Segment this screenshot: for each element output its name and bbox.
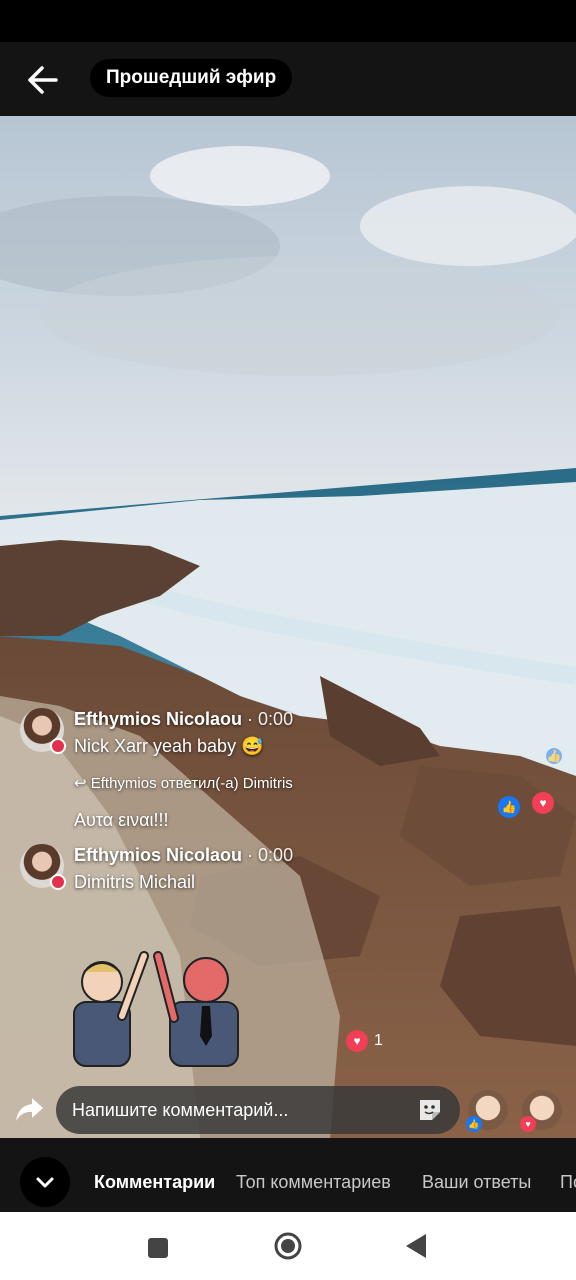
status-bar [0, 0, 576, 42]
comment-item: Efthymios Nicolaou · 0:00 Nick Xarr yeah… [20, 708, 293, 758]
collapse-button[interactable] [20, 1157, 70, 1207]
reaction-count: 1 [374, 1032, 383, 1049]
system-nav-bar [0, 1212, 576, 1280]
comment-bar: Напишите комментарий... 👍 ♥ [0, 1082, 576, 1138]
comment-author[interactable]: Efthymios Nicolaou [74, 709, 242, 729]
tab-your-replies[interactable]: Ваши ответы [422, 1172, 531, 1193]
live-badge-icon [50, 738, 66, 754]
reaction-counter[interactable]: ♥ 1 [346, 1030, 383, 1052]
live-video[interactable]: Efthymios Nicolaou · 0:00 Nick Xarr yeah… [0, 116, 576, 1138]
sticker-button[interactable] [416, 1096, 444, 1124]
arrow-left-icon [28, 66, 58, 94]
back-nav-button[interactable] [406, 1234, 428, 1263]
comment-author[interactable]: Efthymios Nicolaou [74, 845, 242, 865]
viewer-avatar[interactable]: ♥ [520, 1090, 562, 1132]
viewer-avatar[interactable]: 👍 [466, 1090, 508, 1132]
tab-more[interactable]: По [560, 1172, 576, 1193]
avatar[interactable] [20, 708, 66, 754]
high-five-sticker [73, 951, 239, 1067]
reply-label-text: Efthymios ответил(-а) Dimitris [90, 775, 293, 792]
home-circle-icon [274, 1232, 302, 1260]
love-reaction-icon: ♥ [532, 792, 554, 814]
reply-label[interactable]: ↩ Efthymios ответил(-а) Dimitris [74, 774, 293, 792]
tabs-bar: Комментарии Топ комментариев Ваши ответы… [0, 1138, 576, 1212]
recents-button[interactable] [148, 1238, 168, 1263]
square-icon [148, 1238, 168, 1258]
love-reaction-icon: ♥ [520, 1116, 536, 1132]
comment-time: 0:00 [258, 709, 294, 729]
chevron-down-icon [36, 1177, 54, 1188]
comment-item: Efthymios Nicolaou · 0:00 Dimitris Micha… [20, 844, 293, 894]
comment-input[interactable]: Напишите комментарий... [56, 1086, 460, 1134]
top-bar: Прошедший эфир [0, 42, 576, 116]
page-title: Прошедший эфир [90, 59, 293, 97]
comment-text: Nick Xarr yeah baby 😅 [74, 736, 264, 756]
home-button[interactable] [274, 1232, 302, 1265]
share-button[interactable] [14, 1096, 46, 1126]
like-reaction-icon: 👍 [546, 748, 562, 764]
back-button[interactable] [20, 60, 70, 100]
love-reaction-icon: ♥ [346, 1030, 368, 1052]
avatar[interactable] [20, 844, 66, 890]
comment-time: 0:00 [258, 845, 294, 865]
like-reaction-icon: 👍 [466, 1116, 482, 1132]
comment-placeholder: Напишите комментарий... [72, 1099, 289, 1120]
sticker-icon [420, 1100, 440, 1120]
comment-text: Dimitris Michail [74, 872, 195, 892]
share-arrow-icon [16, 1098, 43, 1121]
tab-top-comments[interactable]: Топ комментариев [236, 1172, 391, 1193]
reply-text: Αυτα ειναι!!! [74, 810, 169, 830]
tab-comments[interactable]: Комментарии [94, 1172, 215, 1193]
reply-arrow-icon: ↩ [74, 775, 87, 792]
triangle-back-icon [406, 1234, 426, 1258]
like-reaction-icon: 👍 [498, 796, 520, 818]
live-badge-icon [50, 874, 66, 890]
